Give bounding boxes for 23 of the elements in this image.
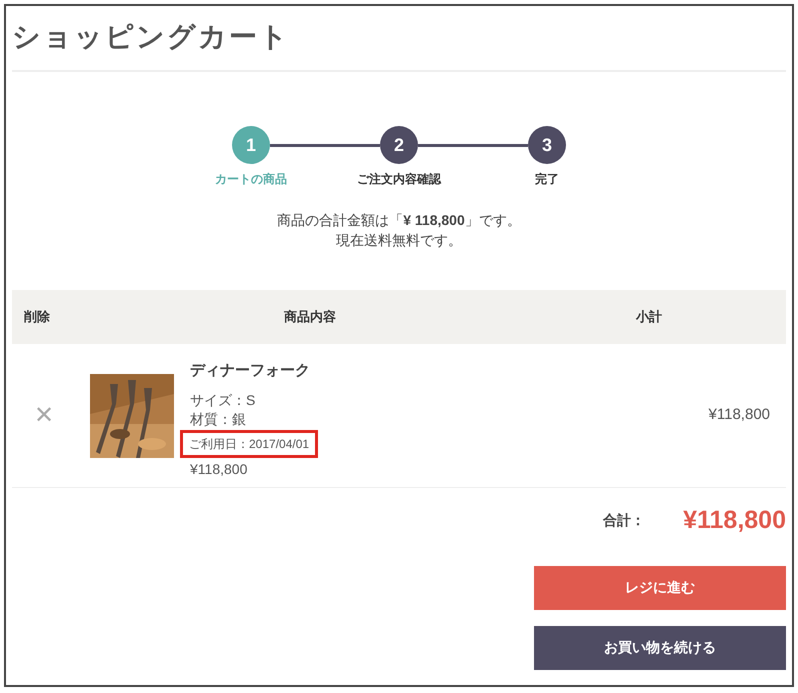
step-number: 1 xyxy=(232,126,270,164)
total-label: 合計： xyxy=(603,511,646,530)
column-header: 商品内容 xyxy=(284,308,336,326)
step-label: ご注文内容確認 xyxy=(357,171,441,188)
step-label: カートの商品 xyxy=(215,171,287,188)
product-detail: サイズ：S xyxy=(190,390,256,410)
step-label: 完了 xyxy=(535,171,559,188)
remove-button[interactable]: ✕ xyxy=(32,398,56,434)
summary-text: 商品の合計金額は「¥ 118,800」です。 xyxy=(277,211,521,230)
subtotal: ¥118,800 xyxy=(708,405,770,426)
column-header: 小計 xyxy=(636,308,662,326)
total-amount: ¥118,800 xyxy=(683,505,786,536)
product-name: ディナーフォーク xyxy=(190,361,310,381)
column-header: 削除 xyxy=(24,308,51,326)
page-title: ショッピングカート xyxy=(12,20,290,54)
summary-text: 現在送料無料です。 xyxy=(336,231,462,250)
step-number: 2 xyxy=(380,126,418,164)
checkout-button[interactable]: レジに進む xyxy=(534,566,786,610)
product-detail: 材質：銀 xyxy=(190,410,246,428)
continue-shopping-button[interactable]: お買い物を続ける xyxy=(534,626,786,670)
highlighted-detail: ご利用日：2017/04/01 xyxy=(180,430,318,458)
step-number: 3 xyxy=(528,126,566,164)
product-price: ¥118,800 xyxy=(190,460,248,478)
